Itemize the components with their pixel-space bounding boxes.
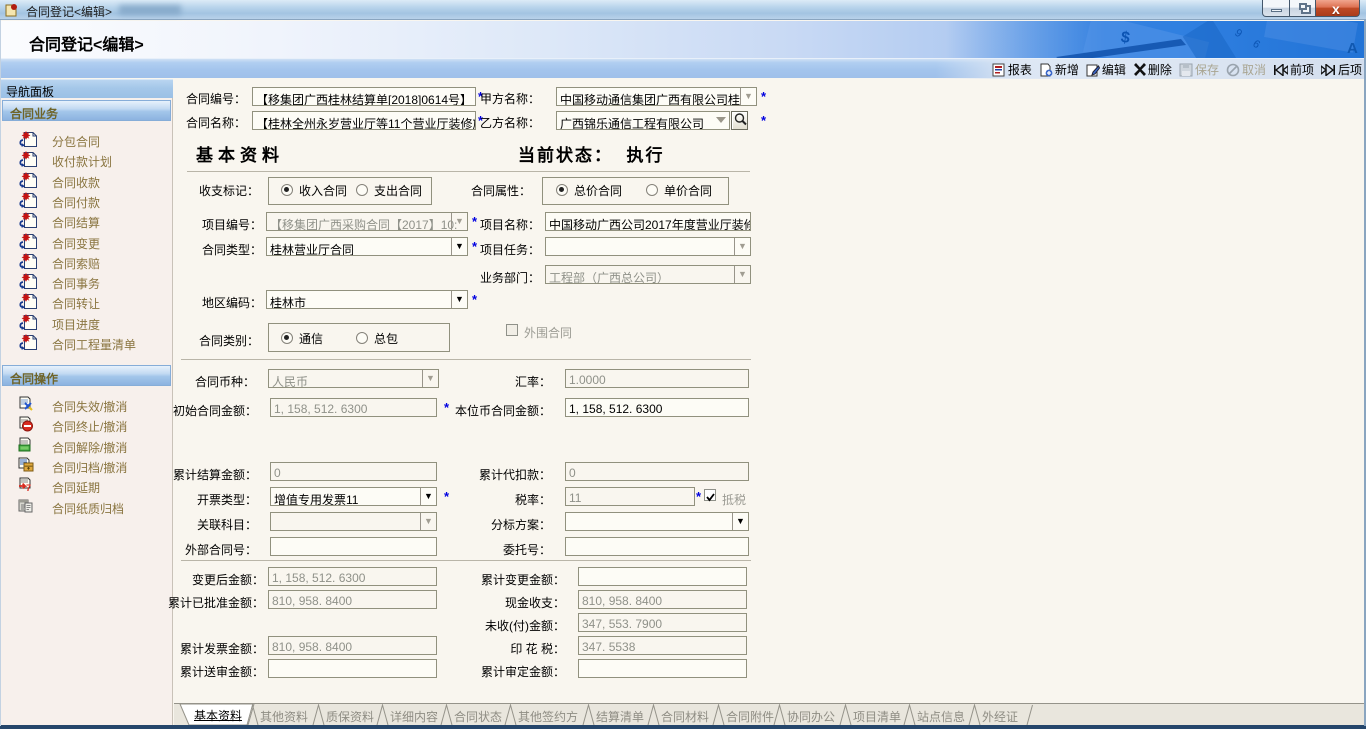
svg-text:9: 9 — [1232, 27, 1244, 40]
svg-text:7: 7 — [26, 483, 31, 493]
svg-text:A: A — [1347, 40, 1358, 57]
svg-text:6: 6 — [1250, 38, 1262, 51]
